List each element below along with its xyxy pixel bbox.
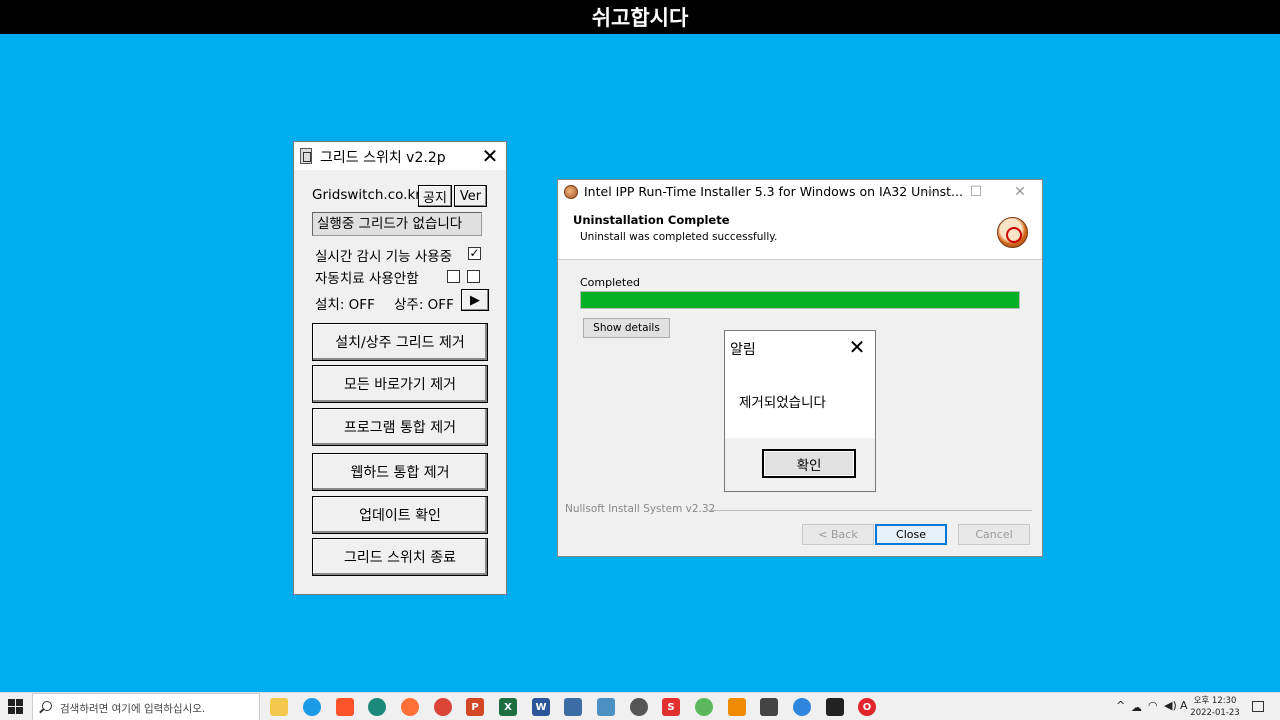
alert-dialog: 알림 ✕ 제거되었습니다 확인 [724, 330, 876, 492]
close-icon[interactable]: ✕ [845, 335, 869, 359]
status-field: 실행중 그리드가 없습니다 [312, 212, 482, 236]
app-icon[interactable] [695, 698, 713, 716]
remove-programs-button[interactable]: 프로그램 통합 제거 [312, 408, 488, 446]
windows-start-icon[interactable] [8, 699, 24, 715]
realtime-monitor-label: 실시간 감시 기능 사용중 [315, 249, 453, 265]
banner-title: 쉬고합시다 [591, 6, 689, 30]
alert-footer: 확인 [725, 438, 875, 491]
alert-message: 제거되었습니다 [739, 395, 826, 411]
remove-installed-grid-button[interactable]: 설치/상주 그리드 제거 [312, 323, 488, 361]
file-explorer-icon[interactable] [270, 698, 288, 716]
edge-icon[interactable] [303, 698, 321, 716]
clock-time: 오후 12:30 [1193, 696, 1237, 706]
site-label: Gridswitch.co.kr [312, 187, 421, 203]
search-placeholder: 검색하려면 여기에 입력하십시오. [60, 703, 206, 715]
opera-icon[interactable]: O [858, 698, 876, 716]
progress-bar [580, 291, 1020, 309]
app-tray-icon[interactable]: ☁ [1131, 701, 1143, 714]
app-icon[interactable]: S [662, 698, 680, 716]
installer-app-icon [564, 185, 578, 199]
installer-heading: Uninstallation Complete [573, 213, 730, 227]
notification-icon[interactable] [1252, 701, 1264, 712]
gridswitch-app-icon [300, 148, 312, 164]
vlc-icon[interactable] [728, 698, 746, 716]
maximize-icon[interactable]: ☐ [956, 180, 996, 204]
app-icon[interactable] [630, 698, 648, 716]
version-button[interactable]: Ver [454, 185, 487, 207]
close-button[interactable]: Close [875, 524, 947, 545]
autocure-checkbox-2[interactable] [467, 270, 480, 283]
installer-subheading: Uninstall was completed successfully. [580, 231, 778, 243]
gridswitch-titlebar[interactable]: 그리드 스위치 v2.2p ✕ [294, 142, 506, 170]
realtime-monitor-checkbox[interactable]: ✓ [468, 247, 481, 260]
ok-button[interactable]: 확인 [762, 449, 856, 478]
top-banner: 쉬고합시다 [0, 0, 1280, 34]
app-icon[interactable] [826, 698, 844, 716]
powerpoint-icon[interactable]: P [466, 698, 484, 716]
firefox-icon[interactable] [401, 698, 419, 716]
autocure-label: 자동치료 사용안함 [315, 271, 419, 287]
gridswitch-window: 그리드 스위치 v2.2p ✕ Gridswitch.co.kr 공지 Ver … [293, 141, 507, 595]
cancel-button[interactable]: Cancel [958, 524, 1030, 545]
progress-label: Completed [580, 276, 640, 289]
progress-fill [581, 292, 1019, 308]
taskbar: 검색하려면 여기에 입력하십시오. P X W S O ^ ☁ ◠ ◀) A 오… [0, 692, 1280, 720]
chrome-icon[interactable] [434, 698, 452, 716]
exit-gridswitch-button[interactable]: 그리드 스위치 종료 [312, 538, 488, 576]
remove-shortcuts-button[interactable]: 모든 바로가기 제거 [312, 365, 488, 403]
close-icon[interactable]: ✕ [478, 143, 502, 169]
excel-icon[interactable]: X [499, 698, 517, 716]
close-icon[interactable]: ✕ [1000, 180, 1040, 204]
play-button[interactable]: ▶ [461, 289, 489, 311]
autocure-checkbox-1[interactable] [447, 270, 460, 283]
installer-logo-icon [997, 217, 1028, 248]
gridswitch-title: 그리드 스위치 v2.2p [320, 150, 446, 166]
alert-title: 알림 [730, 342, 756, 358]
clock[interactable]: 오후 12:30 2022-01-23 [1190, 695, 1240, 719]
brave-icon[interactable] [336, 698, 354, 716]
installer-header: Uninstallation Complete Uninstall was co… [558, 204, 1042, 260]
word-icon[interactable]: W [532, 698, 550, 716]
installer-titlebar[interactable]: Intel IPP Run-Time Installer 5.3 for Win… [558, 180, 1042, 204]
ime-indicator[interactable]: A [1180, 699, 1188, 712]
check-update-button[interactable]: 업데이트 확인 [312, 496, 488, 534]
taskbar-search[interactable]: 검색하려면 여기에 입력하십시오. [32, 693, 260, 720]
installer-title: Intel IPP Run-Time Installer 5.3 for Win… [584, 184, 963, 199]
show-details-button[interactable]: Show details [583, 318, 670, 338]
minimize-icon[interactable]: — [910, 180, 950, 204]
resident-state: 상주: OFF [394, 297, 454, 313]
app-icon[interactable] [368, 698, 386, 716]
search-icon [42, 701, 52, 711]
clock-date: 2022-01-23 [1190, 708, 1240, 718]
app-icon[interactable] [793, 698, 811, 716]
tray-overflow-icon[interactable]: ^ [1116, 699, 1125, 712]
notice-button[interactable]: 공지 [418, 185, 452, 207]
remove-webhard-button[interactable]: 웹하드 통합 제거 [312, 453, 488, 491]
nsis-version-label: Nullsoft Install System v2.32 [565, 503, 716, 515]
app-icon[interactable] [597, 698, 615, 716]
divider [706, 510, 1032, 511]
install-state: 설치: OFF [315, 297, 375, 313]
volume-icon[interactable]: ◀) [1164, 699, 1177, 712]
back-button[interactable]: < Back [802, 524, 874, 545]
calculator-icon[interactable] [760, 698, 778, 716]
app-icon[interactable] [564, 698, 582, 716]
network-icon[interactable]: ◠ [1148, 699, 1158, 712]
